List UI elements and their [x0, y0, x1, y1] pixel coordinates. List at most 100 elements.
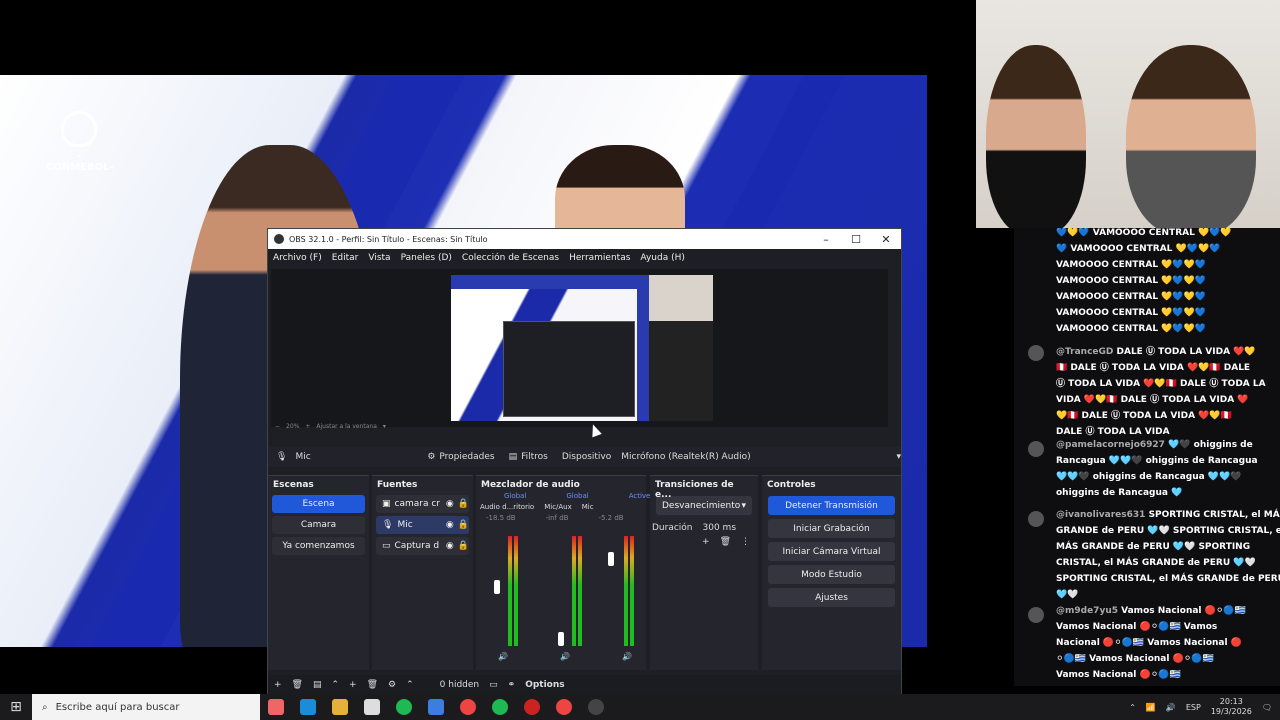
add-icon[interactable]: + — [274, 680, 282, 690]
eye-icon[interactable]: ◉ — [446, 541, 454, 551]
gear-icon: ⚙ — [427, 452, 436, 462]
menu-paneles[interactable]: Paneles (D) — [401, 253, 452, 263]
start-virtual-camera-button[interactable]: Iniciar Cámara Virtual — [768, 542, 895, 561]
date: 19/3/2026 — [1210, 707, 1252, 716]
close-icon[interactable]: ✕ — [871, 233, 901, 246]
add-icon[interactable]: + — [702, 537, 710, 547]
store-icon[interactable] — [364, 699, 380, 715]
audio-meter — [572, 536, 576, 646]
speaker-icon[interactable]: 🔊 — [560, 652, 570, 661]
zoom-controls[interactable]: − 20% + Ajustar a la ventana ▾ — [275, 423, 386, 430]
speaker-icon[interactable]: 🔊 — [1166, 703, 1176, 712]
audio-mixer-dock: Mezclador de audio Global Global Active … — [476, 475, 650, 670]
eye-icon[interactable]: ◉ — [446, 499, 454, 509]
taskbar-search[interactable]: ⌕ Escribe aquí para buscar — [32, 694, 260, 720]
more-icon[interactable]: ⋮ — [741, 537, 750, 547]
start-recording-button[interactable]: Iniciar Grabación — [768, 519, 895, 538]
copilot-icon[interactable] — [268, 699, 284, 715]
source-context-bar: 🎙 Mic ⚙ Propiedades ▤ Filtros Dispositivo … — [268, 447, 901, 467]
search-icon: ⌕ — [42, 701, 48, 713]
filter-icon[interactable]: ▤ — [313, 680, 322, 690]
studio-mode-button[interactable]: Modo Estudio — [768, 565, 895, 584]
trash-icon[interactable]: 🗑 — [292, 680, 303, 690]
notification-icon[interactable]: 🗨 — [1262, 703, 1272, 712]
fit-to-window[interactable]: Ajustar a la ventana — [316, 423, 377, 430]
file-explorer-icon[interactable] — [332, 699, 348, 715]
menu-archivo[interactable]: Archivo (F) — [273, 253, 322, 263]
stop-stream-button[interactable]: Detener Transmisión — [768, 496, 895, 515]
trash-icon[interactable]: 🗑 — [720, 537, 731, 547]
chevron-up-icon[interactable]: ⌃ — [406, 680, 414, 690]
edge-icon[interactable] — [300, 699, 316, 715]
obs-icon[interactable] — [588, 699, 604, 715]
channel-name[interactable]: Audio d...ritorio — [480, 503, 534, 511]
maximize-icon[interactable]: ☐ — [841, 233, 871, 246]
chevron-up-icon[interactable]: ⌃ — [332, 680, 340, 690]
minimize-icon[interactable]: – — [811, 233, 841, 246]
zoom-out-icon[interactable]: − — [275, 423, 280, 430]
clock[interactable]: 20:13 19/3/2026 — [1211, 697, 1252, 717]
speaker-icon[interactable]: 🔊 — [622, 652, 632, 661]
chrome-icon[interactable] — [460, 699, 476, 715]
lock-icon[interactable]: 🔒 — [458, 520, 469, 530]
audio-meter — [578, 536, 582, 646]
layout-icon[interactable]: ▭ — [489, 680, 498, 690]
source-item[interactable]: ▭ Captura d ◉ 🔒 — [376, 537, 469, 555]
link-icon[interactable]: ⚭ — [508, 680, 516, 690]
source-item[interactable]: 🎙 Mic ◉ 🔒 — [376, 516, 469, 534]
scene-item[interactable]: Camara — [272, 516, 365, 534]
options-button[interactable]: Options — [525, 680, 564, 690]
trash-icon[interactable]: 🗑 — [367, 680, 378, 690]
speaker-icon[interactable]: 🔊 — [498, 652, 508, 661]
lock-icon[interactable]: 🔒 — [458, 499, 469, 509]
audio-meter — [630, 536, 634, 646]
filter-icon: ▤ — [508, 452, 518, 462]
gear-icon[interactable]: ⚙ — [388, 680, 396, 690]
add-icon[interactable]: + — [349, 680, 357, 690]
window-titlebar[interactable]: OBS 32.1.0 - Perfil: Sin Título - Escena… — [268, 229, 901, 249]
chevron-down-icon[interactable]: ▾ — [383, 423, 386, 430]
menu-vista[interactable]: Vista — [368, 253, 390, 263]
language-indicator[interactable]: ESP — [1186, 703, 1201, 712]
device-select[interactable]: Micrófono (Realtek(R) Audio) ▾ — [621, 452, 901, 462]
window-title: OBS 32.1.0 - Perfil: Sin Título - Escena… — [289, 234, 488, 244]
properties-button[interactable]: ⚙ Propiedades — [427, 452, 494, 462]
obs-window: OBS 32.1.0 - Perfil: Sin Título - Escena… — [267, 228, 902, 695]
volume-slider[interactable] — [608, 552, 614, 566]
menu-herramientas[interactable]: Herramientas — [569, 253, 630, 263]
filters-button[interactable]: ▤ Filtros — [509, 452, 548, 462]
opera-icon[interactable] — [524, 699, 540, 715]
settings-button[interactable]: Ajustes — [768, 588, 895, 607]
menu-ayuda[interactable]: Ayuda (H) — [640, 253, 684, 263]
duration-input[interactable]: 300 ms — [703, 523, 737, 533]
eye-icon[interactable]: ◉ — [446, 520, 454, 530]
lock-icon[interactable]: 🔒 — [458, 541, 469, 551]
mixer-tag: Global — [566, 492, 589, 500]
live-chat: 💙💛💙 VAMOOOO CENTRAL 💛💙💛 💙 VAMOOOO CENTRA… — [1014, 228, 1280, 686]
zoom-in-icon[interactable]: + — [305, 423, 310, 430]
scene-item[interactable]: Escena — [272, 495, 365, 513]
channel-name[interactable]: Mic — [582, 503, 594, 511]
avatar — [1028, 511, 1044, 527]
controls-title: Controles — [767, 480, 816, 490]
volume-slider[interactable] — [558, 632, 564, 646]
duration-label: Duración — [652, 523, 693, 533]
chrome-icon[interactable] — [556, 699, 572, 715]
mail-icon[interactable] — [428, 699, 444, 715]
preview-area[interactable]: − 20% + Ajustar a la ventana ▾ — [271, 269, 888, 430]
channel-name[interactable]: Mic/Aux — [544, 503, 572, 511]
windows-start-icon[interactable]: ⊞ — [0, 699, 32, 715]
obs-app-icon — [274, 234, 284, 244]
volume-slider[interactable] — [494, 580, 500, 594]
menu-editar[interactable]: Editar — [332, 253, 359, 263]
network-icon[interactable]: 📶 — [1146, 703, 1156, 712]
hidden-count: 0 hidden — [439, 680, 480, 690]
menu-coleccion-escenas[interactable]: Colección de Escenas — [462, 253, 559, 263]
xbox-icon[interactable] — [492, 699, 508, 715]
chat-username: @TranceGD — [1056, 347, 1114, 357]
scene-item[interactable]: Ya comenzamos — [272, 537, 365, 555]
spotify-icon[interactable] — [396, 699, 412, 715]
source-item[interactable]: ▣ camara cr ◉ 🔒 — [376, 495, 469, 513]
avatar — [1028, 345, 1044, 361]
chevron-up-icon[interactable]: ⌃ — [1129, 703, 1136, 712]
